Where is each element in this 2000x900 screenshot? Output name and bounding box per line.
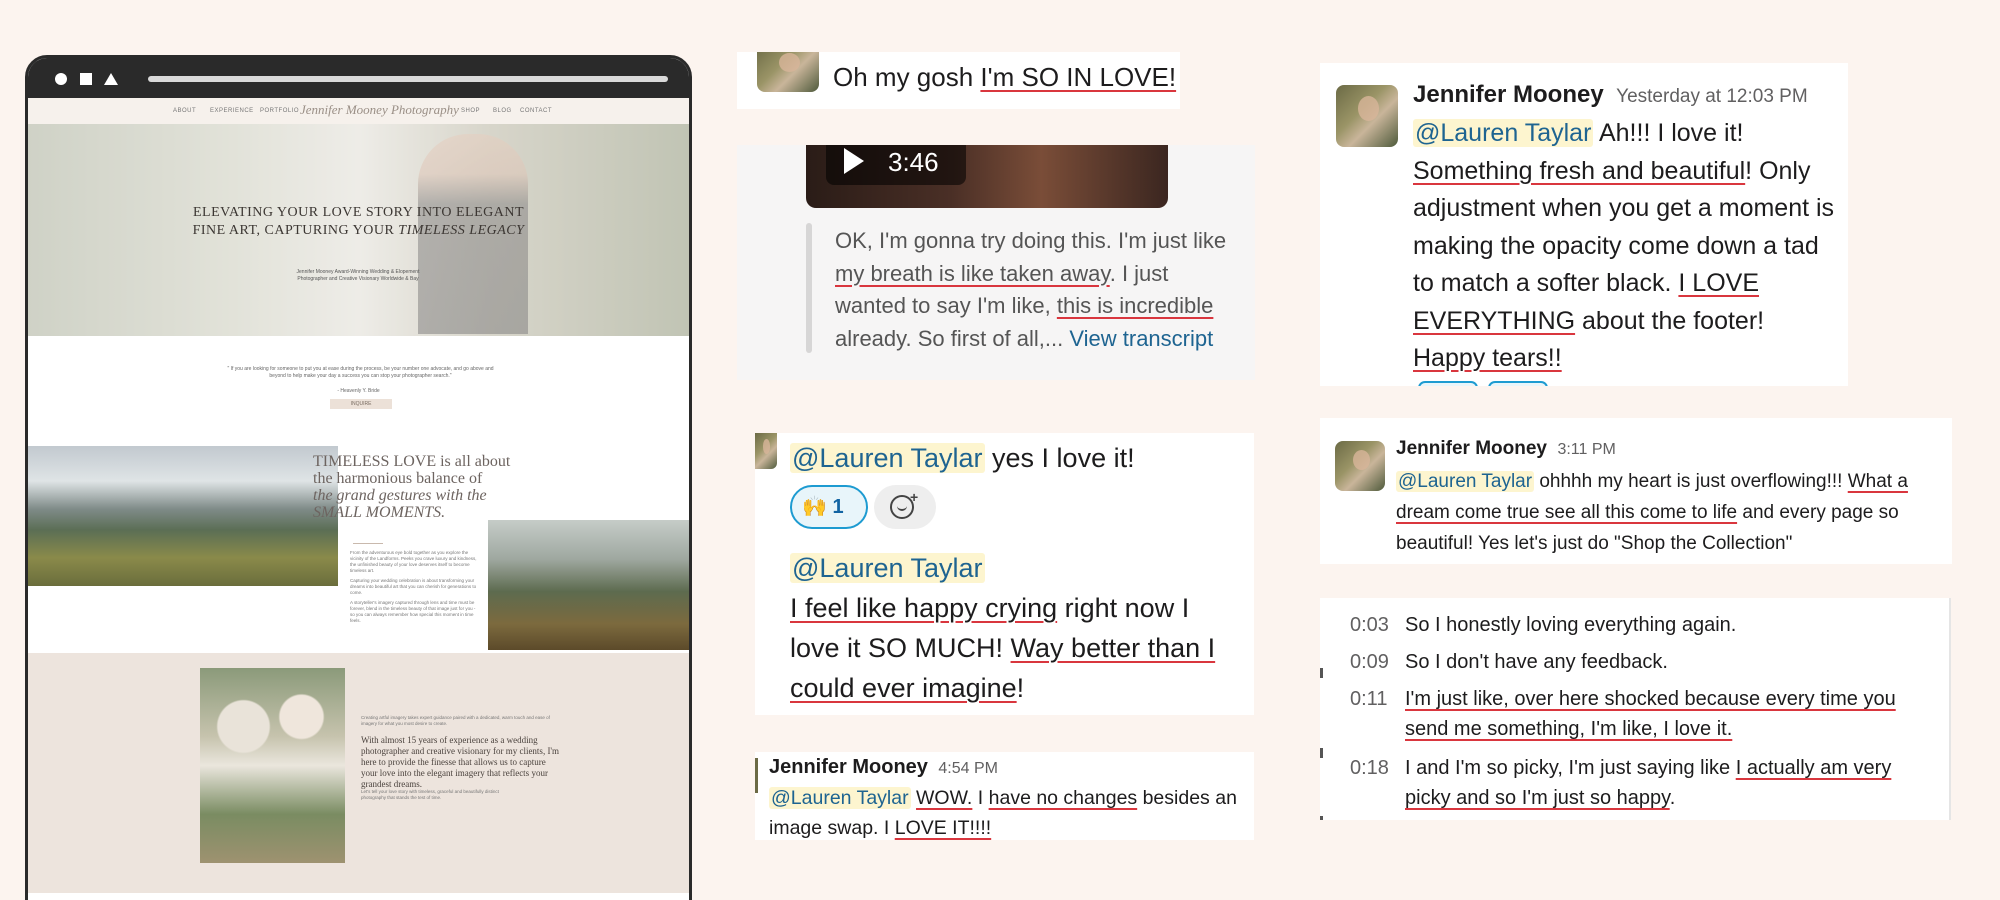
nav-item-shop[interactable]: SHOP [461, 108, 480, 114]
add-reaction-button[interactable]: + [874, 485, 936, 529]
nav-item-portfolio[interactable]: PORTFOLIO [260, 108, 299, 114]
transcript-quote-bar [806, 223, 812, 353]
sender-name[interactable]: Jennifer Mooney [769, 756, 928, 778]
message-card-3: @Lauren Taylar yes I love it! 🙌 1 + @Lau… [755, 433, 1254, 715]
view-transcript-link[interactable]: View transcript [1069, 326, 1213, 351]
transcript-timestamp[interactable]: 0:03 [1350, 610, 1389, 640]
mention[interactable]: @Lauren Taylar [1396, 471, 1535, 492]
video-thumbnail[interactable]: 3:46 [806, 145, 1168, 208]
message-body: @Lauren Taylar ohhhh my heart is just ov… [1396, 471, 1908, 554]
circle-icon [55, 73, 67, 85]
video-message-card: 3:46 OK, I'm gonna try doing this. I'm j… [737, 145, 1255, 380]
message-text: Oh my gosh I'm SO IN LOVE! \ [833, 62, 1177, 92]
video-duration: 3:46 [888, 147, 939, 177]
experience-body: With almost 15 years of experience as a … [361, 735, 560, 789]
inquire-button[interactable]: INQUIRE [330, 399, 392, 409]
play-icon[interactable] [844, 148, 864, 174]
mention[interactable]: @Lauren Taylar [790, 443, 985, 473]
avatar-edge [755, 758, 758, 793]
message-card-5: Jennifer Mooney Yesterday at 12:03 PM @L… [1320, 63, 1848, 386]
message-card-1: Oh my gosh I'm SO IN LOVE! \ [737, 52, 1180, 109]
message-header: Jennifer Mooney Yesterday at 12:03 PM [1413, 81, 1808, 109]
avatar [1335, 441, 1385, 491]
hero-image: ELEVATING YOUR LOVE STORY INTO ELEGANT F… [28, 124, 689, 336]
reaction-pill[interactable]: 🙌 1 [790, 485, 868, 529]
transcript-card: 0:03 So I honestly loving everything aga… [1320, 598, 1951, 820]
experience-small-text: Creating artful imagery takes expert gui… [361, 715, 550, 726]
quote-section: " If you are looking for someone to put … [28, 336, 689, 446]
transcript-preview: OK, I'm gonna try doing this. I'm just l… [835, 228, 1227, 351]
message-body: @Lauren Taylar Ah!!! I love it! Somethin… [1413, 119, 1835, 372]
browser-bar [28, 58, 689, 98]
square-icon [80, 73, 92, 85]
transcript-text: So I don't have any feedback. [1405, 651, 1668, 673]
raised-hands-icon: 🙌 [802, 496, 827, 518]
divider [353, 543, 383, 544]
experience-section: Creating artful imagery takes expert gui… [28, 653, 689, 893]
nav-item-experience[interactable]: EXPERIENCE [210, 108, 254, 114]
message-line-1: @Lauren Taylar yes I love it! [790, 443, 1135, 473]
timestamp[interactable]: 3:11 PM [1557, 441, 1615, 458]
mention[interactable]: @Lauren Taylar [769, 787, 911, 809]
timestamp[interactable]: 4:54 PM [938, 760, 998, 777]
quote-text: " If you are looking for someone to put … [227, 366, 494, 379]
sender-name[interactable]: Jennifer Mooney [1413, 81, 1604, 108]
message-header: Jennifer Mooney 3:11 PM [1396, 438, 1616, 460]
timeless-body: From the adventurous eye bold together a… [350, 550, 477, 623]
mention[interactable]: @Lauren Taylar [1413, 119, 1594, 147]
site-nav: ABOUT EXPERIENCE PORTFOLIO Jennifer Moon… [28, 98, 689, 124]
hero-subtext: Jennifer Mooney Award-Winning Wedding & … [296, 269, 420, 282]
page-footer-edge [28, 893, 689, 900]
couple-mountain-photo [28, 446, 338, 586]
site-logo[interactable]: Jennifer Mooney Photography [300, 102, 459, 118]
transcript-text: So I honestly loving everything again. [1405, 614, 1737, 636]
nav-item-about[interactable]: ABOUT [173, 108, 196, 114]
message-header: Jennifer Mooney 4:54 PM [769, 756, 998, 779]
transcript-text: I'm just like, over here shocked because… [1405, 688, 1896, 740]
message-body: @Lauren Taylar WOW. I have no changes be… [769, 787, 1237, 839]
sender-name[interactable]: Jennifer Mooney [1396, 438, 1547, 459]
timestamp[interactable]: Yesterday at 12:03 PM [1616, 86, 1808, 107]
reaction-pill-partial[interactable] [1418, 381, 1478, 386]
reaction-count: 1 [832, 496, 844, 518]
avatar [755, 433, 777, 469]
reaction-pill-partial[interactable] [1488, 381, 1548, 386]
triangle-icon [104, 73, 118, 85]
couple-meadow-photo [488, 520, 689, 650]
address-bar[interactable] [148, 76, 668, 82]
nav-item-blog[interactable]: BLOG [493, 108, 512, 114]
experience-closing: Let's tell your love story with timeless… [361, 789, 499, 800]
transcript-timestamp[interactable]: 0:18 [1350, 753, 1389, 783]
timeless-heading: TIMELESS LOVE is all about the harmoniou… [313, 453, 511, 521]
transcript-text: I and I'm so picky, I'm just saying like… [1405, 757, 1892, 809]
mention[interactable]: @Lauren Taylar [790, 553, 985, 583]
quote-author: - Heavenly Y. Bride [337, 388, 380, 394]
avatar [1336, 85, 1398, 147]
floral-arch-photo [200, 668, 345, 863]
avatar [757, 52, 819, 92]
transcript-timestamp[interactable]: 0:11 [1350, 684, 1387, 714]
message-card-4: Jennifer Mooney 4:54 PM @Lauren Taylar W… [755, 752, 1254, 840]
website-preview: ABOUT EXPERIENCE PORTFOLIO Jennifer Moon… [28, 98, 689, 900]
transcript-timestamp[interactable]: 0:09 [1350, 647, 1389, 677]
message-card-6: Jennifer Mooney 3:11 PM @Lauren Taylar o… [1320, 418, 1952, 564]
message-body: @Lauren Taylar I feel like happy crying … [790, 553, 1216, 703]
nav-item-contact[interactable]: CONTACT [520, 108, 552, 114]
hero-heading: ELEVATING YOUR LOVE STORY INTO ELEGANT F… [192, 205, 525, 238]
laptop-mockup: ABOUT EXPERIENCE PORTFOLIO Jennifer Moon… [25, 55, 692, 900]
scroll-marks [1320, 668, 1323, 678]
